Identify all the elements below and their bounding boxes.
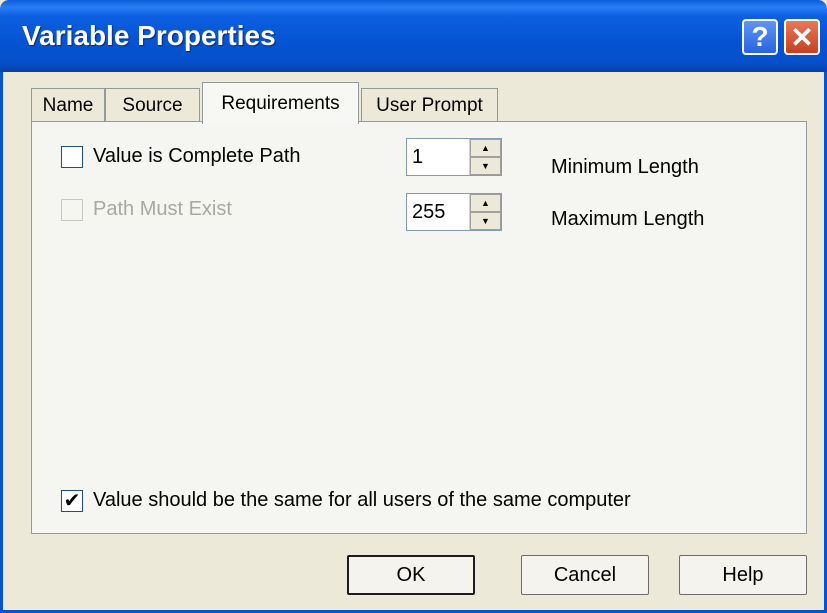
title-bar[interactable]: Variable Properties ? ✕ (0, 0, 827, 72)
arrow-down-icon: ▼ (481, 216, 490, 226)
arrow-up-icon: ▲ (481, 198, 490, 208)
window-title: Variable Properties (22, 20, 276, 51)
cancel-button[interactable]: Cancel (521, 555, 649, 595)
min-length-label: Minimum Length (551, 156, 699, 178)
min-length-input[interactable]: 1 (407, 139, 470, 175)
complete-path-checkbox[interactable] (61, 145, 83, 168)
path-must-exist-checkbox (61, 198, 83, 221)
max-length-label: Maximum Length (551, 208, 705, 230)
tab-user-prompt[interactable]: User Prompt (361, 88, 498, 122)
dialog-window: Variable Properties ? ✕ Name Source Requ… (0, 0, 827, 613)
max-length-input[interactable]: 255 (407, 194, 470, 230)
tab-requirements[interactable]: Requirements (202, 82, 359, 124)
complete-path-row[interactable]: Value is Complete Path (61, 145, 301, 168)
max-length-spinner[interactable]: 255 ▲ ▼ (406, 193, 502, 231)
min-length-up-button[interactable]: ▲ (470, 139, 501, 157)
max-length-up-button[interactable]: ▲ (470, 194, 501, 212)
help-icon[interactable]: ? (742, 19, 778, 55)
path-must-exist-label: Path Must Exist (93, 198, 232, 220)
requirements-panel (31, 121, 807, 534)
same-for-all-users-checkbox[interactable]: ✔ (61, 489, 83, 512)
arrow-up-icon: ▲ (481, 143, 490, 153)
min-length-down-button[interactable]: ▼ (470, 157, 501, 175)
tab-source[interactable]: Source (105, 88, 200, 122)
arrow-down-icon: ▼ (481, 161, 490, 171)
complete-path-label: Value is Complete Path (93, 145, 301, 167)
help-button[interactable]: Help (679, 555, 807, 595)
max-length-spin-buttons: ▲ ▼ (470, 194, 501, 230)
close-icon[interactable]: ✕ (784, 19, 820, 55)
same-for-all-users-label: Value should be the same for all users o… (93, 489, 631, 511)
ok-button[interactable]: OK (347, 555, 475, 595)
same-for-all-users-row[interactable]: ✔ Value should be the same for all users… (61, 489, 631, 512)
min-length-spin-buttons: ▲ ▼ (470, 139, 501, 175)
tab-name[interactable]: Name (31, 88, 105, 122)
min-length-spinner[interactable]: 1 ▲ ▼ (406, 138, 502, 176)
path-must-exist-row: Path Must Exist (61, 198, 232, 221)
max-length-down-button[interactable]: ▼ (470, 212, 501, 230)
